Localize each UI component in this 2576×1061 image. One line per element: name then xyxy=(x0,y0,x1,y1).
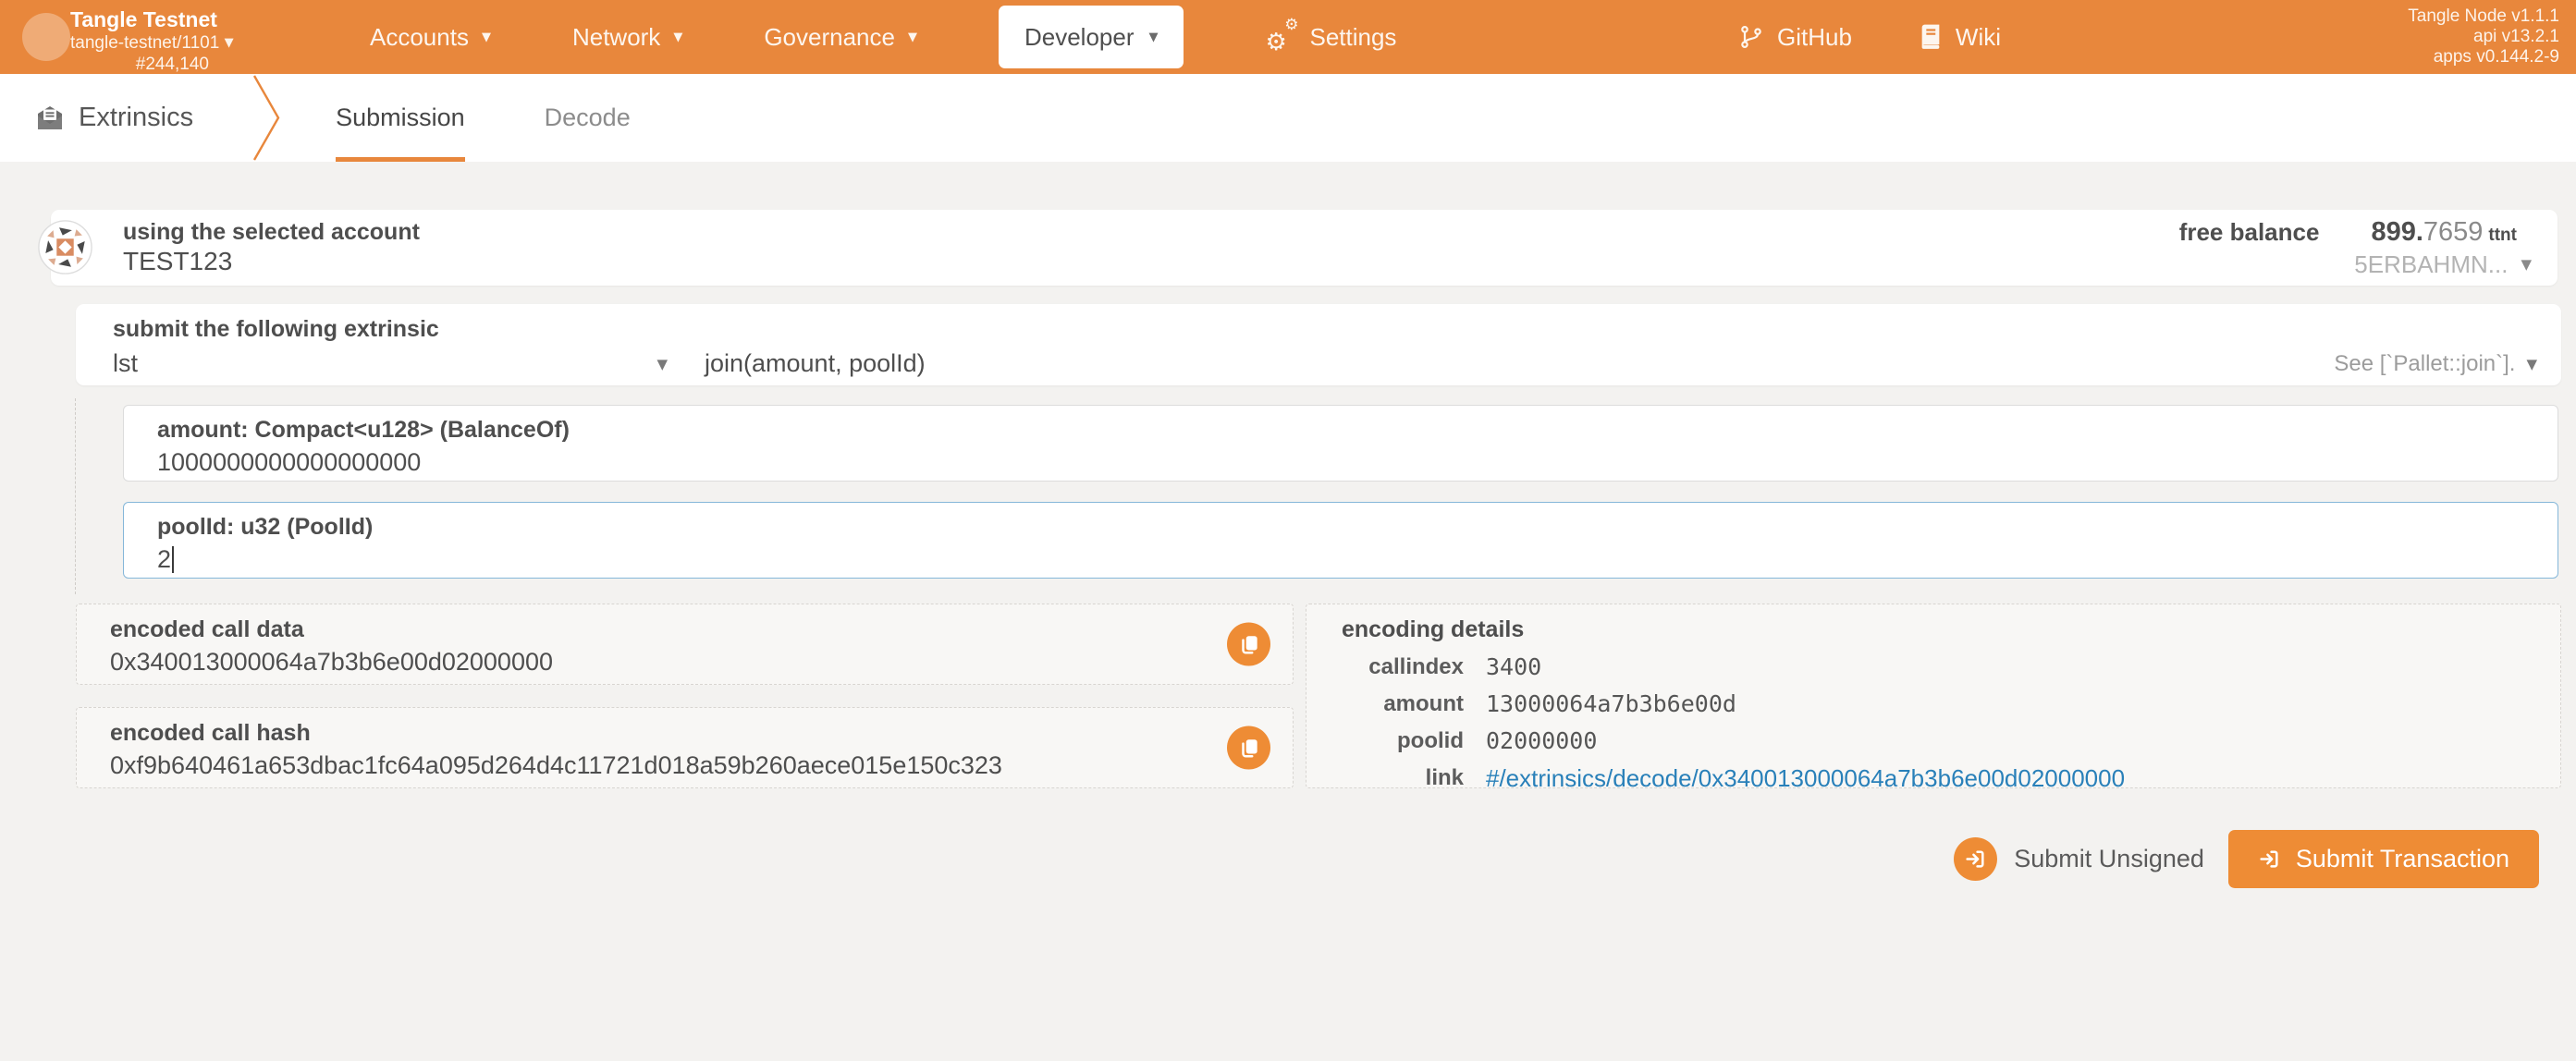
section-title: Extrinsics xyxy=(79,103,194,132)
chevron-down-icon: ▼ xyxy=(673,30,683,44)
free-balance-label: free balance xyxy=(2178,217,2320,246)
pallet-select[interactable]: lst ▼ xyxy=(113,349,668,378)
encoded-call-data-label: encoded call data xyxy=(110,616,304,642)
detail-key-amount: amount xyxy=(1383,691,1464,716)
extrinsic-label: submit the following extrinsic xyxy=(113,316,439,342)
encoded-call-data-value: 0x340013000064a7b3b6e00d02000000 xyxy=(110,648,553,676)
nav-accounts[interactable]: Accounts ▼ xyxy=(370,23,491,52)
gears-icon: ⚙ ⚙ xyxy=(1265,16,1299,56)
tab-bar: Extrinsics Submission Decode xyxy=(0,74,2576,162)
top-header: Tangle Testnet tangle-testnet/1101 ▼ #24… xyxy=(0,0,2576,74)
encoded-call-data-box: encoded call data 0x340013000064a7b3b6e0… xyxy=(76,604,1294,685)
chain-logo[interactable] xyxy=(22,13,70,61)
param-amount-value: 1000000000000000000 xyxy=(157,448,422,476)
account-identicon[interactable] xyxy=(38,220,92,274)
encoded-call-hash-box: encoded call hash 0xf9b640461a653dbac1fc… xyxy=(76,707,1294,788)
nav-settings[interactable]: ⚙ ⚙ Settings xyxy=(1265,16,1396,56)
param-amount-label: amount: Compact<u128> (BalanceOf) xyxy=(157,417,570,443)
expand-account-icon[interactable]: ▼ xyxy=(2521,256,2532,273)
method-select[interactable]: join(amount, poolId) See [`Pallet::join`… xyxy=(705,349,2537,378)
chain-name: Tangle Testnet xyxy=(70,7,217,31)
apps-version: apps v0.144.2-9 xyxy=(2433,47,2559,67)
method-doc: See [`Pallet::join`]. xyxy=(2334,350,2516,376)
account-name: TEST123 xyxy=(123,247,233,275)
detail-key-link: link xyxy=(1425,765,1464,790)
github-link[interactable]: GitHub xyxy=(1738,23,1852,52)
external-links: GitHub Wiki xyxy=(1738,0,2001,74)
main-content: using the selected account TEST123 free … xyxy=(0,162,2576,1061)
chevron-down-icon: ▼ xyxy=(224,36,234,51)
param-poolid-label: poolId: u32 (PoolId) xyxy=(157,514,374,540)
encoding-details-title: encoding details xyxy=(1342,616,1525,642)
param-indent-line xyxy=(75,398,76,594)
detail-value-callindex: 3400 xyxy=(1486,653,1542,680)
account-label: using the selected account xyxy=(123,219,420,245)
encoded-call-hash-value: 0xf9b640461a653dbac1fc64a095d264d4c11721… xyxy=(110,751,1002,779)
detail-key-callindex: callindex xyxy=(1368,654,1464,679)
chevron-down-icon: ▼ xyxy=(1148,30,1159,44)
action-row: Submit Unsigned Submit Transaction xyxy=(1954,829,2539,888)
copy-icon xyxy=(1241,738,1257,758)
git-branch-icon xyxy=(1741,26,1761,48)
submit-transaction-label: Submit Transaction xyxy=(2295,844,2509,872)
submit-unsigned-label: Submit Unsigned xyxy=(2014,844,2204,872)
text-cursor xyxy=(172,546,175,573)
network-path[interactable]: tangle-testnet/1101 ▼ xyxy=(70,32,234,54)
param-amount-field[interactable]: amount: Compact<u128> (BalanceOf) 100000… xyxy=(123,405,2558,482)
api-version: api v13.2.1 xyxy=(2473,27,2559,46)
account-card: using the selected account TEST123 free … xyxy=(38,210,2558,286)
account-balance-block: free balance 899.7659 ttnt 5ERBAHMN... ▼ xyxy=(2179,217,2545,279)
chevron-down-icon: ▼ xyxy=(481,30,491,44)
encoded-call-hash-label: encoded call hash xyxy=(110,720,311,746)
detail-value-amount: 13000064a7b3b6e00d xyxy=(1486,690,1736,717)
encoding-details-box: encoding details callindex 3400 amount 1… xyxy=(1306,604,2561,791)
account-selected[interactable]: using the selected account TEST123 xyxy=(123,218,420,277)
detail-key-poolid: poolid xyxy=(1397,728,1464,753)
detail-value-poolid: 02000000 xyxy=(1486,727,1598,754)
copy-call-hash-button[interactable] xyxy=(1227,726,1270,770)
param-poolid-field[interactable]: poolId: u32 (PoolId) 2 xyxy=(123,502,2558,579)
envelope-icon xyxy=(38,105,62,129)
main-nav: Accounts ▼ Network ▼ Governance ▼ Developer… xyxy=(370,0,1396,74)
free-balance-value: 899.7659 ttnt xyxy=(2371,216,2517,247)
chevron-down-icon: ▼ xyxy=(2526,355,2537,372)
param-poolid-value: 2 xyxy=(157,545,2558,574)
app-root: Tangle Testnet tangle-testnet/1101 ▼ #24… xyxy=(0,0,2576,1061)
chevron-down-icon: ▼ xyxy=(907,30,917,44)
tab-submission[interactable]: Submission xyxy=(336,74,465,162)
sign-in-icon xyxy=(1966,849,1984,868)
nav-governance[interactable]: Governance ▼ xyxy=(764,23,917,52)
account-address: 5ERBAHMN... xyxy=(2354,250,2509,278)
chevron-down-icon: ▼ xyxy=(656,355,668,372)
nav-developer-active[interactable]: Developer ▼ xyxy=(998,6,1184,68)
version-info: Tangle Node v1.1.1 api v13.2.1 apps v0.1… xyxy=(2408,6,2559,67)
copy-icon xyxy=(1241,635,1257,654)
node-version: Tangle Node v1.1.1 xyxy=(2408,6,2559,26)
decode-link[interactable]: #/extrinsics/decode/0x340013000064a7b3b6… xyxy=(1486,764,2125,792)
token-unit: ttnt xyxy=(2488,225,2517,245)
chain-info[interactable]: Tangle Testnet tangle-testnet/1101 ▼ #24… xyxy=(70,6,234,75)
copy-call-data-button[interactable] xyxy=(1227,622,1270,666)
pallet-value: lst xyxy=(113,349,138,377)
nav-network[interactable]: Network ▼ xyxy=(572,23,682,52)
method-value: join(amount, poolId) xyxy=(705,349,926,377)
section-header: Extrinsics xyxy=(35,103,193,133)
wiki-link[interactable]: Wiki xyxy=(1919,23,2001,52)
tab-decode[interactable]: Decode xyxy=(545,74,631,162)
sign-in-icon xyxy=(2260,849,2278,868)
best-block: #244,140 xyxy=(135,55,209,75)
chevron-divider-icon xyxy=(253,75,280,161)
submit-transaction-button[interactable]: Submit Transaction xyxy=(2227,829,2539,888)
extrinsic-card: submit the following extrinsic lst ▼ joi… xyxy=(76,304,2561,385)
submit-unsigned-button[interactable]: Submit Unsigned xyxy=(1954,836,2204,881)
book-icon xyxy=(1921,24,1940,49)
